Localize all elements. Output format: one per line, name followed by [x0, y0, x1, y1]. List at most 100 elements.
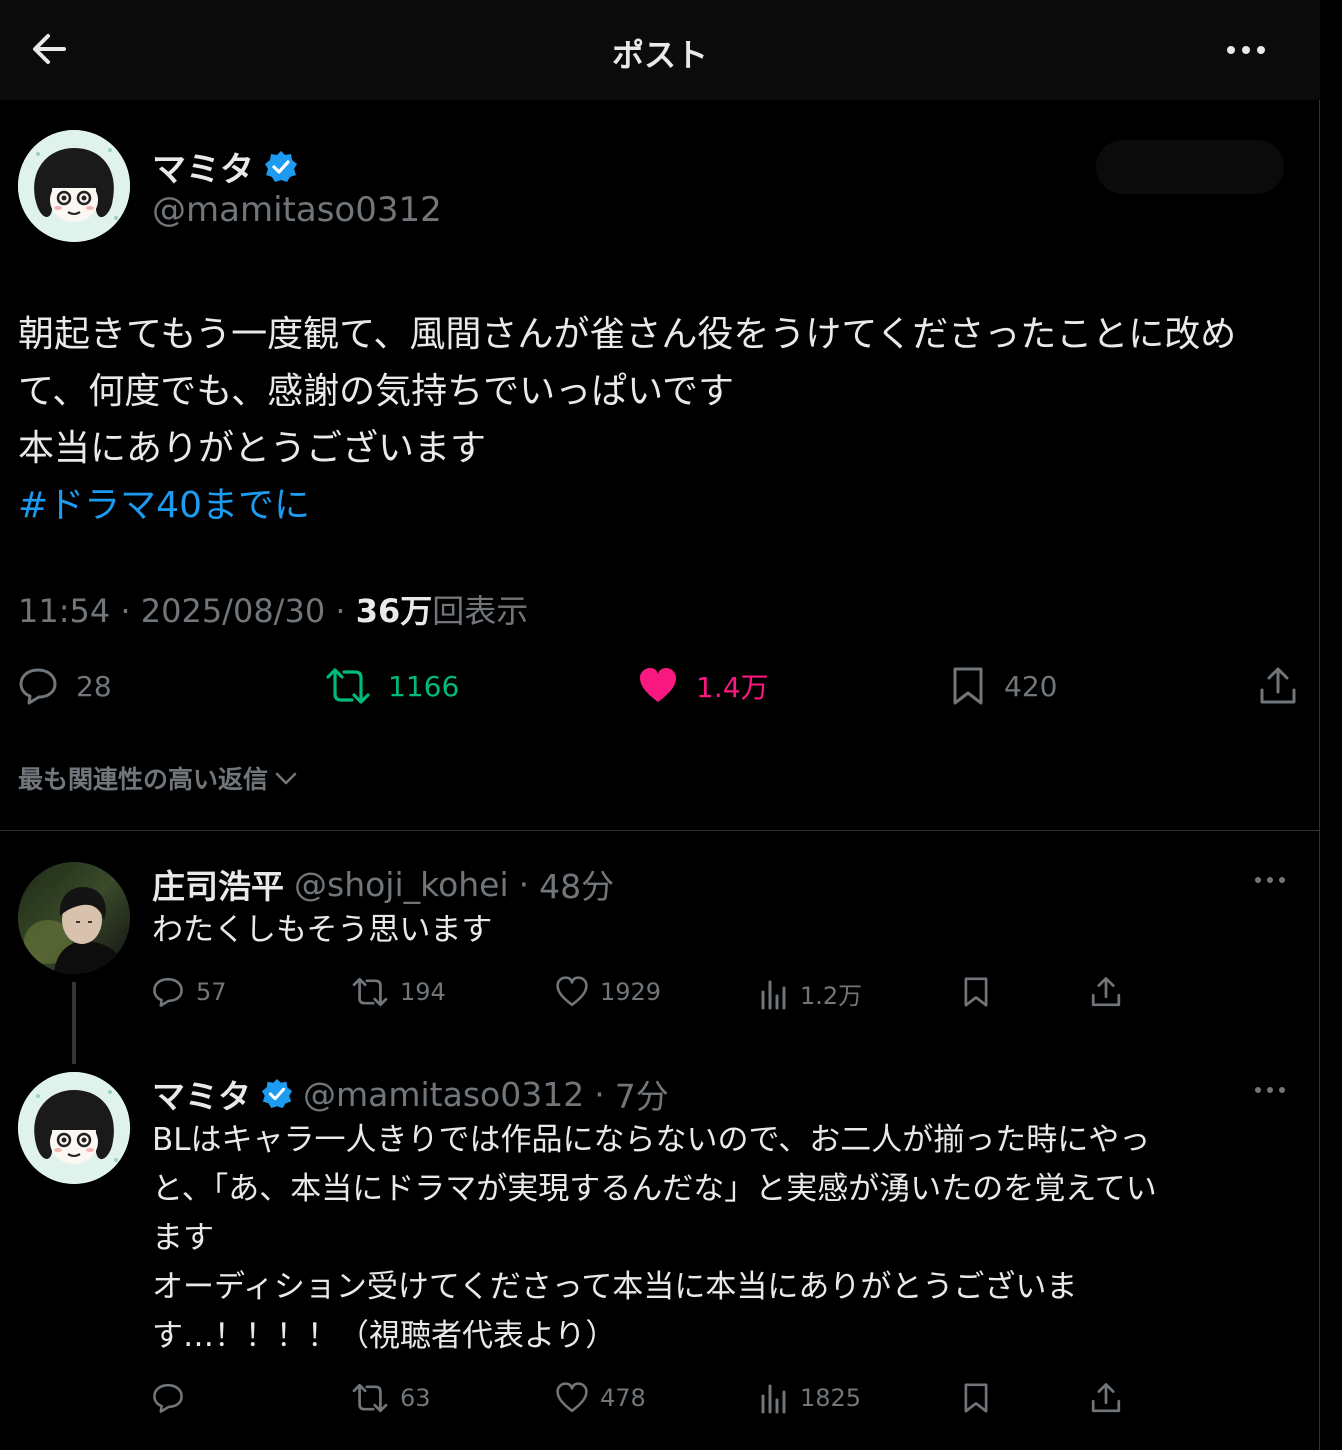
like-count: 478	[600, 1384, 646, 1412]
reply-text-line: BLはキャラ一人きりでは作品にならないので、お二人が揃った時にやっ	[152, 1122, 1151, 1158]
views-count: 1.2万	[800, 982, 863, 1010]
reply-text-line: と、「あ、本当にドラマが実現するんだな」と実感が湧いたのを覚えてい	[152, 1171, 1157, 1207]
bookmark-icon	[953, 667, 983, 705]
heart-icon	[640, 668, 676, 702]
reply-header: マミタ @mamitaso0312 · 7分	[152, 1070, 669, 1118]
reply-count: 57	[196, 978, 227, 1006]
reply-reply-button[interactable]	[152, 1382, 196, 1414]
reply-time[interactable]: 7分	[615, 1070, 669, 1118]
bar-chart-icon	[761, 980, 786, 1009]
views-count: 1825	[800, 1384, 862, 1412]
follow-button-placeholder	[1096, 140, 1284, 194]
repost-count: 194	[400, 978, 446, 1006]
reply-views-button[interactable]: 1825	[760, 1382, 861, 1414]
thread-connector	[72, 982, 76, 1064]
share-button[interactable]	[1258, 666, 1298, 706]
post-text-line: 本当にありがとうございます	[18, 428, 487, 469]
reply-text: わたくしもそう思います	[152, 906, 1282, 955]
speech-bubble-icon	[19, 668, 57, 705]
hashtag-link[interactable]: #ドラマ40までに	[18, 477, 1308, 534]
reply-like-button[interactable]: 478	[556, 1382, 646, 1414]
cartoon-avatar-image	[18, 1072, 130, 1184]
views-count: 36万	[355, 592, 433, 630]
cartoon-avatar-image	[18, 130, 130, 242]
like-button[interactable]: 1.4万	[638, 666, 769, 706]
reply-repost-button[interactable]: 194	[352, 976, 446, 1008]
more-horizontal-icon	[1227, 46, 1265, 54]
chevron-down-icon	[275, 772, 297, 785]
more-horizontal-icon[interactable]	[1253, 870, 1287, 890]
post-text: 朝起きてもう一度観て、風間さんが雀さん役をうけてくださったことに改め て、何度で…	[18, 306, 1308, 534]
bookmark-count: 420	[1004, 669, 1058, 703]
reply-share-button[interactable]	[1090, 1382, 1122, 1414]
share-icon	[1260, 667, 1296, 704]
avatar[interactable]	[18, 130, 130, 242]
bookmark-icon	[964, 977, 988, 1007]
bookmark-icon	[964, 1383, 988, 1413]
author-name[interactable]: マミタ	[152, 142, 254, 191]
reply-like-button[interactable]: 1929	[556, 976, 661, 1008]
post-text-line: て、何度でも、感謝の気持ちでいっぱいです	[18, 371, 735, 412]
more-horizontal-icon[interactable]	[1253, 1080, 1287, 1100]
reply-author-handle[interactable]: @mamitaso0312	[303, 1075, 584, 1114]
repost-icon	[326, 668, 370, 704]
page-title: ポスト	[611, 36, 708, 74]
author-handle[interactable]: @mamitaso0312	[152, 190, 442, 230]
share-icon	[1091, 977, 1121, 1007]
repost-icon	[352, 1383, 388, 1413]
separator-dot: ·	[518, 864, 530, 904]
bookmark-button[interactable]: 420	[950, 666, 1057, 706]
repost-count: 1166	[388, 669, 460, 703]
post-text-line: 朝起きてもう一度観て、風間さんが雀さん役をうけてくださったことに改め	[18, 314, 1237, 355]
reply-repost-button[interactable]: 63	[352, 1382, 431, 1414]
reply-button[interactable]: 28	[18, 666, 112, 706]
reply-text-line: す…！！！！（視聴者代表より）	[152, 1318, 617, 1354]
like-count: 1929	[600, 978, 662, 1006]
post-meta: 11:54 · 2025/08/30 · 36万回表示	[18, 586, 528, 632]
verified-badge-icon	[261, 1078, 293, 1109]
post-time[interactable]: 11:54	[18, 592, 110, 630]
separator-dot: ·	[594, 1074, 605, 1114]
separator-dot: ·	[335, 592, 356, 630]
divider	[0, 830, 1320, 831]
reply-count: 28	[76, 669, 112, 703]
replies-sort-dropdown[interactable]: 最も関連性の高い返信	[18, 760, 298, 796]
post-page: ポスト マミタ @mamitaso0312 朝起きてもう一度観て、風間さんが雀さ…	[0, 0, 1320, 1450]
heart-icon	[556, 976, 588, 1007]
reply-text: BLはキャラ一人きりでは作品にならないので、お二人が揃った時にやっ と、「あ、本…	[152, 1116, 1282, 1361]
share-icon	[1091, 1383, 1121, 1413]
heart-icon	[556, 1382, 588, 1413]
views-label: 回表示	[432, 592, 529, 630]
reply-time[interactable]: 48分	[539, 860, 614, 908]
reply-reply-button[interactable]: 57	[152, 976, 227, 1008]
profile-photo	[18, 862, 130, 974]
separator-dot: ·	[120, 592, 141, 630]
verified-badge-icon	[265, 150, 297, 182]
post-date[interactable]: 2025/08/30	[141, 592, 325, 630]
reply-author-name[interactable]: マミタ	[152, 1070, 251, 1118]
repost-count: 63	[400, 1384, 431, 1412]
more-options-button[interactable]	[1224, 36, 1268, 64]
repost-button[interactable]: 1166	[326, 666, 459, 706]
reply-text-line: わたくしもそう思います	[152, 912, 493, 948]
reply-share-button[interactable]	[1090, 976, 1122, 1008]
reply-text-line: オーディション受けてくださって本当に本当にありがとうございま	[152, 1269, 1078, 1305]
reply-author-name[interactable]: 庄司浩平	[152, 860, 284, 908]
reply-text-line: ます	[152, 1220, 214, 1256]
author-name-row: マミタ	[152, 142, 298, 191]
reply-header: 庄司浩平 @shoji_kohei · 48分	[152, 860, 614, 908]
top-bar: ポスト	[0, 0, 1320, 100]
speech-bubble-icon	[153, 977, 183, 1007]
reply-author-handle[interactable]: @shoji_kohei	[294, 865, 509, 904]
bar-chart-icon	[761, 1384, 786, 1414]
like-count: 1.4万	[696, 671, 769, 704]
reply-bookmark-button[interactable]	[962, 976, 990, 1008]
post-actions: 28 1166 1.4万 420	[0, 662, 1320, 710]
speech-bubble-icon	[153, 1383, 183, 1413]
replies-sort-label: 最も関連性の高い返信	[18, 765, 269, 794]
reply-bookmark-button[interactable]	[962, 1382, 990, 1414]
reply-views-button[interactable]: 1.2万	[760, 976, 862, 1011]
reply-avatar[interactable]	[18, 1072, 130, 1184]
repost-icon	[352, 977, 388, 1007]
reply-avatar[interactable]	[18, 862, 130, 974]
